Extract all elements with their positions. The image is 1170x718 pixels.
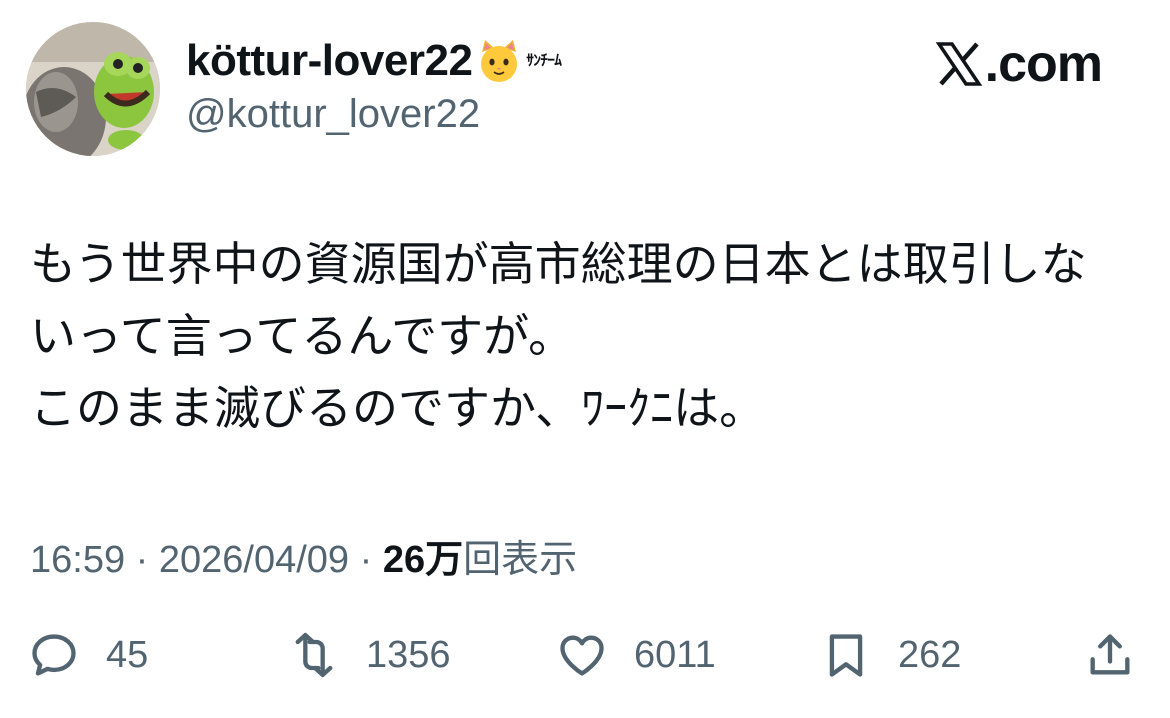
- x-logo-icon: [935, 42, 982, 86]
- avatar-photo: [26, 22, 160, 156]
- action-bar: 45 1356 6011 262: [0, 620, 1170, 690]
- avatar[interactable]: [26, 22, 160, 156]
- meta-separator: ·: [125, 539, 159, 581]
- tweet-text-line: いって言ってるんですが。: [30, 310, 575, 362]
- tweet-date[interactable]: 2026/04/09: [159, 539, 349, 581]
- view-label: 回表示: [463, 539, 578, 581]
- author-name-row[interactable]: köttur-lover22 ｻﾝﾁｰﾑ: [186, 36, 566, 86]
- tweet-text-line: このまま滅びるのですか、ﾜｰｸﾆは。: [30, 382, 766, 434]
- handle[interactable]: @kottur_lover22: [186, 92, 480, 137]
- cat-face-icon: [481, 40, 518, 82]
- reply-icon: [32, 634, 76, 676]
- view-count[interactable]: 26万: [383, 539, 463, 581]
- meta-separator: ·: [349, 539, 383, 581]
- repost-icon: [295, 632, 333, 678]
- tweet-text-line: もう世界中の資源国が高市総理の日本とは取引しな: [30, 238, 1087, 290]
- tweet-meta: 16:59 · 2026/04/09 · 26万回表示: [30, 528, 577, 583]
- tweet-text: もう世界中の資源国が高市総理の日本とは取引しな いって言ってるんですが。 このま…: [30, 228, 1140, 444]
- bookmark-button[interactable]: 262: [820, 620, 961, 690]
- like-count: 6011: [634, 633, 716, 676]
- reply-count: 45: [106, 633, 149, 676]
- like-button[interactable]: 6011: [556, 620, 716, 690]
- share-button[interactable]: [1084, 620, 1136, 690]
- display-name[interactable]: köttur-lover22: [186, 36, 473, 86]
- tweet-time[interactable]: 16:59: [30, 539, 125, 581]
- brand-suffix: .com: [984, 35, 1103, 93]
- heart-icon: [560, 635, 604, 676]
- repost-button[interactable]: 1356: [288, 620, 451, 690]
- bookmark-icon: [829, 634, 863, 677]
- team-badge: ｻﾝﾁｰﾑ: [526, 52, 562, 69]
- brand-logo: .com: [935, 34, 1103, 94]
- repost-count: 1356: [366, 633, 451, 676]
- share-icon: [1090, 634, 1130, 675]
- bookmark-count: 262: [898, 633, 962, 676]
- reply-button[interactable]: 45: [28, 620, 148, 690]
